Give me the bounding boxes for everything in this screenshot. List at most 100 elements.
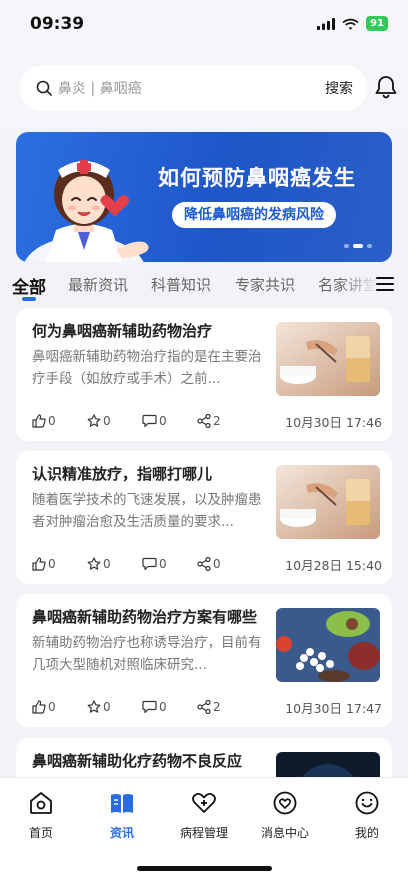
wifi-icon bbox=[342, 18, 359, 30]
signal-icon bbox=[317, 17, 336, 30]
home-indicator bbox=[137, 866, 272, 871]
tab-fade bbox=[338, 268, 378, 302]
article-title: 认识精准放疗，指哪打哪儿 bbox=[32, 465, 213, 483]
article-summary: 鼻咽癌新辅助药物治疗指的是在主要治疗手段（如放疗或手术）之前... bbox=[32, 349, 262, 387]
article-title: 鼻咽癌新辅助药物治疗方案有哪些 bbox=[32, 608, 258, 626]
favorite-button[interactable]: 0 bbox=[87, 414, 142, 428]
favorite-count: 0 bbox=[103, 557, 111, 571]
dark-scan-image bbox=[276, 752, 380, 777]
article-card[interactable]: 鼻咽癌新辅助药物治疗方案有哪些 新辅助药物治疗也称诱导治疗，目前有几项大型随机对… bbox=[16, 594, 392, 727]
nav-label: 消息中心 bbox=[260, 826, 309, 840]
banner-subtitle: 降低鼻咽癌的发病风险 bbox=[172, 202, 336, 228]
smile-icon bbox=[355, 791, 379, 815]
comment-count: 0 bbox=[159, 557, 167, 571]
article-thumbnail bbox=[276, 752, 380, 777]
carousel-dot-active bbox=[353, 244, 363, 248]
medicine-cup-image bbox=[276, 465, 380, 539]
search-placeholder: 鼻炎 | 鼻咽癌 bbox=[58, 81, 142, 97]
nav-label: 资讯 bbox=[109, 826, 134, 840]
nav-label: 我的 bbox=[354, 826, 379, 840]
article-card[interactable]: 何为鼻咽癌新辅助药物治疗 鼻咽癌新辅助药物治疗指的是在主要治疗手段（如放疗或手术… bbox=[16, 308, 392, 441]
comment-icon bbox=[142, 700, 157, 714]
book-icon bbox=[111, 794, 133, 813]
article-thumbnail bbox=[276, 608, 380, 682]
article-title: 何为鼻咽癌新辅助药物治疗 bbox=[32, 322, 213, 340]
search-button[interactable]: 搜索 bbox=[325, 78, 353, 98]
home-icon bbox=[30, 792, 52, 814]
category-tabs: 全部 最新资讯 科普知识 专家共识 名家讲堂 bbox=[0, 262, 408, 308]
share-button[interactable]: 2 bbox=[197, 700, 252, 714]
share-icon bbox=[197, 700, 211, 714]
share-button[interactable]: 2 bbox=[197, 414, 252, 428]
article-thumbnail bbox=[276, 465, 380, 539]
article-stats: 0 0 0 2 10月30日 17:46 bbox=[32, 412, 382, 430]
nav-message-center[interactable]: 消息中心 bbox=[245, 790, 325, 841]
nav-label: 病程管理 bbox=[179, 826, 228, 840]
medicine-cup-image bbox=[276, 322, 380, 396]
star-icon bbox=[87, 700, 101, 713]
article-date: 10月30日 17:47 bbox=[285, 700, 382, 716]
tab-latest-news[interactable]: 最新资讯 bbox=[68, 274, 128, 295]
share-icon bbox=[197, 557, 211, 571]
like-button[interactable]: 0 bbox=[32, 557, 87, 571]
article-stats: 0 0 0 0 10月28日 15:40 bbox=[32, 555, 382, 573]
share-count: 0 bbox=[213, 557, 221, 571]
favorite-count: 0 bbox=[103, 414, 111, 428]
like-count: 0 bbox=[48, 557, 56, 571]
like-button[interactable]: 0 bbox=[32, 700, 87, 714]
comment-count: 0 bbox=[159, 414, 167, 428]
heart-chat-icon bbox=[273, 791, 297, 815]
nurse-illustration bbox=[24, 160, 149, 262]
tab-all[interactable]: 全部 bbox=[12, 273, 46, 298]
article-summary: 随着医学技术的飞速发展，以及肿瘤患者对肿瘤治愈及生活质量的要求... bbox=[32, 492, 262, 530]
favorite-count: 0 bbox=[103, 700, 111, 714]
comment-icon bbox=[142, 557, 157, 571]
article-stats: 0 0 0 2 10月30日 17:47 bbox=[32, 698, 382, 716]
nav-course-management[interactable]: 病程管理 bbox=[164, 790, 244, 841]
battery-level: 91 bbox=[366, 16, 388, 31]
like-count: 0 bbox=[48, 700, 56, 714]
tab-expert-consensus[interactable]: 专家共识 bbox=[235, 274, 295, 295]
status-icons: 91 bbox=[317, 16, 388, 31]
banner-title: 如何预防鼻咽癌发生 bbox=[158, 166, 356, 190]
like-button[interactable]: 0 bbox=[32, 414, 87, 428]
article-feed: 何为鼻咽癌新辅助药物治疗 鼻咽癌新辅助药物治疗指的是在主要治疗手段（如放疗或手术… bbox=[0, 308, 408, 777]
active-tab-indicator bbox=[22, 297, 36, 301]
favorite-button[interactable]: 0 bbox=[87, 700, 142, 714]
status-bar: 09:39 91 bbox=[0, 0, 408, 52]
food-pills-image bbox=[276, 608, 380, 682]
article-card[interactable]: 认识精准放疗，指哪打哪儿 随着医学技术的飞速发展，以及肿瘤患者对肿瘤治愈及生活质… bbox=[16, 451, 392, 584]
article-thumbnail bbox=[276, 322, 380, 396]
nav-news[interactable]: 资讯 bbox=[82, 790, 162, 841]
promo-banner[interactable]: 如何预防鼻咽癌发生 降低鼻咽癌的发病风险 bbox=[16, 132, 392, 262]
nav-profile[interactable]: 我的 bbox=[327, 790, 407, 841]
menu-icon[interactable] bbox=[376, 276, 394, 292]
comment-button[interactable]: 0 bbox=[142, 700, 197, 714]
thumbs-up-icon bbox=[32, 414, 46, 428]
article-summary: 新辅助药物治疗也称诱导治疗，目前有几项大型随机对照临床研究... bbox=[32, 635, 262, 673]
article-date: 10月28日 15:40 bbox=[285, 557, 382, 573]
comment-button[interactable]: 0 bbox=[142, 414, 197, 428]
status-time: 09:39 bbox=[30, 14, 85, 34]
tab-science[interactable]: 科普知识 bbox=[151, 274, 211, 295]
thumbs-up-icon bbox=[32, 557, 46, 571]
share-icon bbox=[197, 414, 211, 428]
nav-home[interactable]: 首页 bbox=[1, 790, 81, 841]
bell-icon[interactable] bbox=[374, 74, 398, 100]
article-date: 10月30日 17:46 bbox=[285, 414, 382, 430]
heart-plus-icon bbox=[192, 792, 216, 813]
search-input[interactable]: 鼻炎 | 鼻咽癌 搜索 bbox=[20, 65, 367, 111]
favorite-button[interactable]: 0 bbox=[87, 557, 142, 571]
carousel-dot bbox=[344, 244, 349, 248]
article-card[interactable]: 鼻咽癌新辅助化疗药物不良反应 bbox=[16, 738, 392, 777]
comment-icon bbox=[142, 414, 157, 428]
share-count: 2 bbox=[213, 414, 221, 428]
carousel-dot bbox=[367, 244, 372, 248]
comment-count: 0 bbox=[159, 700, 167, 714]
article-title: 鼻咽癌新辅助化疗药物不良反应 bbox=[32, 752, 243, 770]
search-icon bbox=[36, 80, 52, 96]
comment-button[interactable]: 0 bbox=[142, 557, 197, 571]
thumbs-up-icon bbox=[32, 700, 46, 714]
search-row: 鼻炎 | 鼻咽癌 搜索 bbox=[0, 52, 408, 128]
share-button[interactable]: 0 bbox=[197, 557, 252, 571]
